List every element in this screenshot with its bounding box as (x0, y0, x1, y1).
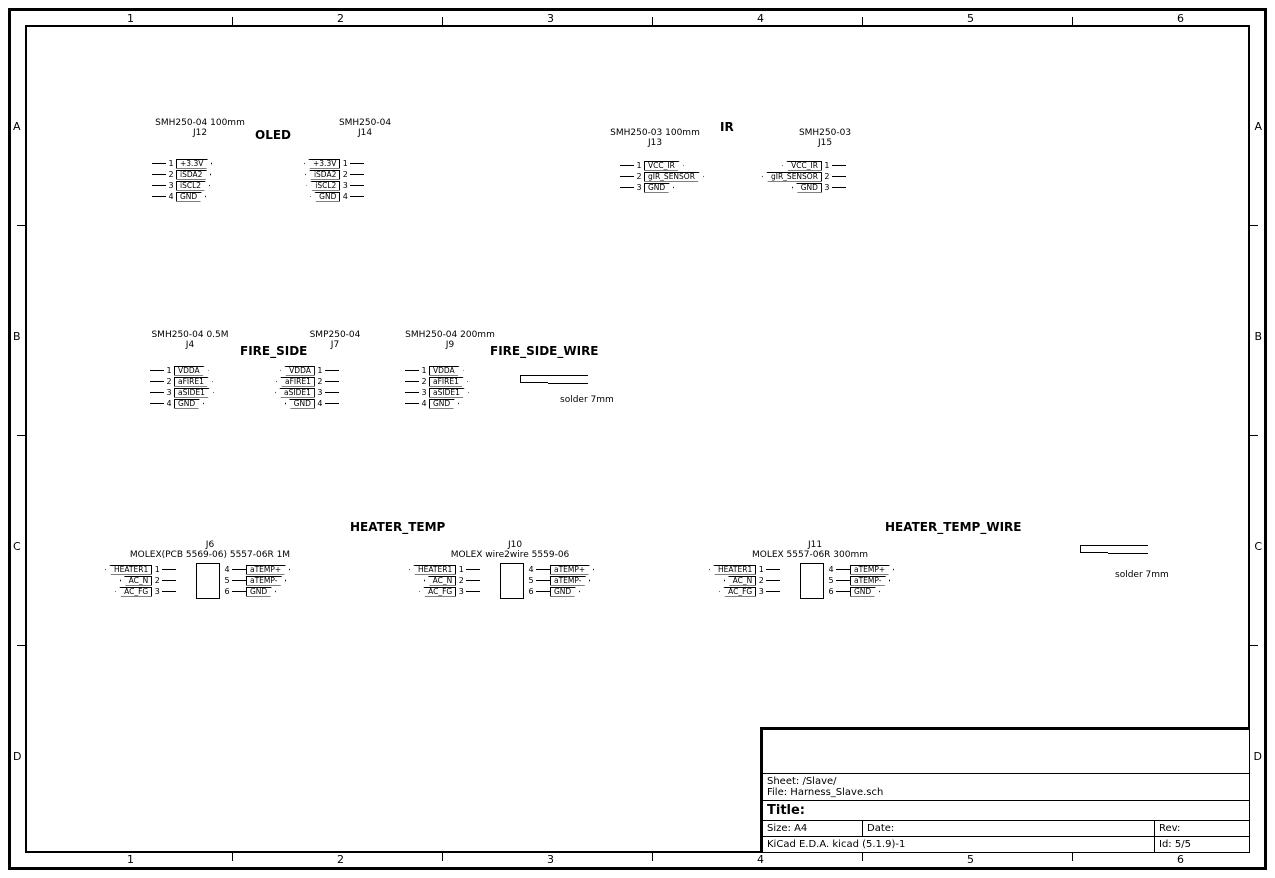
row-a-l: A (13, 120, 21, 133)
sheet-label: Sheet: (767, 776, 799, 787)
j11-pins-l: 1HEATER1 2AC_N 3AC_FG (709, 564, 780, 597)
j4-ref: J4 (120, 340, 260, 350)
row-b-l: B (13, 330, 21, 343)
note-solder2: solder 7mm (1115, 570, 1169, 580)
row-d-r: D (1254, 750, 1262, 763)
id-value: 5/5 (1175, 839, 1191, 850)
j9-type: SMH250-04 200mm (380, 330, 520, 340)
j6-body (196, 563, 220, 599)
j10-body (500, 563, 524, 599)
j7-pins: 1VDDA 2aFIRE1 3aSIDE1 4GND (275, 365, 339, 409)
j6-ref: J6 (140, 540, 280, 550)
j11-body (800, 563, 824, 599)
j14-ref: J14 (295, 128, 435, 138)
title-label: Title: (767, 803, 805, 818)
j6-type: MOLEX(PCB 5569-06) 5557-06R 1M (110, 550, 310, 560)
j10-type: MOLEX wire2wire 5559-06 (420, 550, 600, 560)
row-d-l: D (13, 750, 21, 763)
col-1-bot: 1 (127, 853, 134, 866)
j6-pins-l: 1HEATER1 2AC_N 3AC_FG (105, 564, 176, 597)
j11-ref: J11 (745, 540, 885, 550)
j4-pins: 1VDDA 2aFIRE1 3aSIDE1 4GND (150, 365, 214, 409)
j14-type: SMH250-04 (295, 118, 435, 128)
j12-pins: 1+3.3V 2iSDA2 3iSCL2 4GND (152, 158, 212, 202)
col-2-bot: 2 (337, 853, 344, 866)
j13-type: SMH250-03 100mm (585, 128, 725, 138)
j4-type: SMH250-04 0.5M (120, 330, 260, 340)
col-4-top: 4 (757, 12, 764, 25)
j13-ref: J13 (585, 138, 725, 148)
size-value: A4 (794, 823, 807, 834)
j12-ref: J12 (130, 128, 270, 138)
size-label: Size: (767, 823, 791, 834)
j9-ref: J9 (380, 340, 520, 350)
schematic-sheet: // generated statically below 1 2 3 4 5 … (0, 0, 1275, 878)
tool-value: KiCad E.D.A. kicad (5.1.9)-1 (763, 837, 1155, 853)
row-a-r: A (1254, 120, 1262, 133)
rev-label: Rev: (1159, 823, 1180, 834)
j15-pins: 1VCC_IR 2gIR_SENSOR 3GND (762, 160, 846, 193)
j12-type: SMH250-04 100mm (130, 118, 270, 128)
j10-pins-l: 1HEATER1 2AC_N 3AC_FG (409, 564, 480, 597)
j14-pins: 1+3.3V 2iSDA2 3iSCL2 4GND (304, 158, 364, 202)
date-label: Date: (867, 823, 894, 834)
j9-pins: 1VDDA 2aFIRE1 3aSIDE1 4GND (405, 365, 469, 409)
file-value: Harness_Slave.sch (790, 787, 883, 798)
j10-ref: J10 (445, 540, 585, 550)
j11-type: MOLEX 5557-06R 300mm (720, 550, 900, 560)
col-3-bot: 3 (547, 853, 554, 866)
col-3-top: 3 (547, 12, 554, 25)
j11-pins-r: 4aTEMP+ 5aTEMP- 6GND (826, 564, 894, 597)
sheet-value: /Slave/ (802, 776, 836, 787)
note-solder1: solder 7mm (560, 395, 614, 405)
col-1-top: 1 (127, 12, 134, 25)
col-5-top: 5 (967, 12, 974, 25)
col-5-bot: 5 (967, 853, 974, 866)
row-b-r: B (1254, 330, 1262, 343)
section-heater-wire: HEATER_TEMP_WIRE (885, 520, 1021, 534)
file-label: File: (767, 787, 787, 798)
col-4-bot: 4 (757, 853, 764, 866)
j15-type: SMH250-03 (755, 128, 895, 138)
j13-pins: 1VCC_IR 2gIR_SENSOR 3GND (620, 160, 704, 193)
section-heater: HEATER_TEMP (350, 520, 445, 534)
title-block: Sheet: /Slave/ File: Harness_Slave.sch T… (760, 727, 1250, 853)
row-c-r: C (1254, 540, 1262, 553)
j10-pins-r: 4aTEMP+ 5aTEMP- 6GND (526, 564, 594, 597)
row-c-l: C (13, 540, 21, 553)
col-6-bot: 6 (1177, 853, 1184, 866)
j15-ref: J15 (755, 138, 895, 148)
col-2-top: 2 (337, 12, 344, 25)
j6-pins-r: 4aTEMP+ 5aTEMP- 6GND (222, 564, 290, 597)
id-label: Id: (1159, 839, 1172, 850)
col-6-top: 6 (1177, 12, 1184, 25)
